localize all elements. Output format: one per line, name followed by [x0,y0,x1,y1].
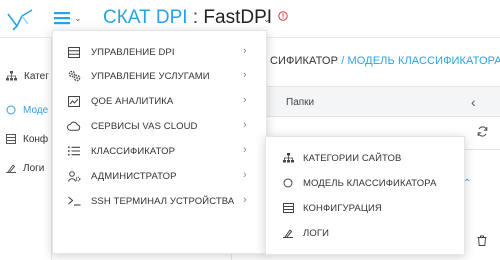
menu-item-label: УПРАВЛЕНИЕ DPI [91,47,175,58]
server-icon [282,202,294,214]
menu-item-label: УПРАВЛЕНИЕ УСЛУГАМИ [91,71,210,82]
breadcrumb-current: МОДЕЛЬ КЛАССИФИКАТОРА [347,55,500,67]
menu-item-label: АДМИНИСТРАТОР [91,171,177,182]
chevron-right-icon: › [243,69,247,81]
main-menu-button[interactable]: ⌄ [54,7,94,29]
sidebar-item-config[interactable]: Конф [6,129,48,149]
trash-icon[interactable] [477,235,487,246]
device-name[interactable]: FastDPI [203,7,272,28]
menu-item-classifier[interactable]: КЛАССИФИКАТОР › [53,139,268,163]
breadcrumb-parent[interactable]: СИФИКАТОР [270,55,338,67]
menu-item-label: КЛАССИФИКАТОР [91,146,176,157]
submenu-item-label: ЛОГИ [303,228,329,239]
sitemap-icon [6,71,17,81]
server-icon [67,45,81,59]
chevron-down-icon: ⌄ [74,12,82,23]
sidebar-item-model[interactable]: Моде [6,100,48,120]
sidebar-item-label: Конф [23,133,49,145]
title-separator: : [192,7,199,28]
submenu-item-classifier-model[interactable]: МОДЕЛЬ КЛАССИФИКАТОРА [266,171,466,195]
submenu-item-site-categories[interactable]: КАТЕГОРИИ САЙТОВ [266,146,466,170]
menu-item-services-management[interactable]: УПРАВЛЕНИЕ УСЛУГАМИ › [53,64,268,88]
menu-item-administrator[interactable]: АДМИНИСТРАТОР › [53,164,268,188]
menu-item-dpi-management[interactable]: УПРАВЛЕНИЕ DPI › [53,40,268,64]
server-icon [6,134,16,144]
chevron-right-icon: › [243,169,247,181]
user-gear-icon [67,169,81,183]
logs-icon [282,227,294,239]
folders-title: Папки [286,97,315,108]
sidebar-item-label: Моде [23,104,49,116]
sidebar-item-label: Катег [24,70,49,82]
sidebar-item-label: Логи [23,162,45,174]
refresh-icon[interactable] [477,126,488,137]
alert-icon[interactable] [278,11,288,21]
chart-icon [67,94,81,108]
list-icon [67,144,81,158]
hamburger-icon [54,12,70,25]
submenu-item-logs[interactable]: ЛОГИ [266,221,466,245]
brand-name: СКАТ DPI [103,7,188,28]
menu-item-ssh-terminal[interactable]: SSH ТЕРМИНАЛ УСТРОЙСТВА › [53,189,268,213]
cloud-icon [67,119,81,133]
collapse-panel-button[interactable]: ‹ [471,95,476,109]
app-title: СКАТ DPI : FastDPI [103,6,272,30]
classifier-submenu: КАТЕГОРИИ САЙТОВ МОДЕЛЬ КЛАССИФИКАТОРА К… [265,136,465,255]
chevron-right-icon: › [243,45,247,57]
chevron-right-icon: › [243,94,247,106]
chevron-right-icon: › [243,119,247,131]
circle-icon [282,177,294,189]
logs-icon [6,164,16,173]
submenu-item-label: КОНФИГУРАЦИЯ [303,203,382,214]
chevron-right-icon: › [243,194,247,206]
device-chevron-icon[interactable]: ⌄ [263,14,271,25]
submenu-item-configuration[interactable]: КОНФИГУРАЦИЯ [266,196,466,220]
main-menu-dropdown: УПРАВЛЕНИЕ DPI › УПРАВЛЕНИЕ УСЛУГАМИ › Q… [52,30,267,254]
menu-item-vas-cloud[interactable]: СЕРВИСЫ VAS CLOUD › [53,114,268,138]
gears-icon [67,69,81,83]
logo[interactable] [6,4,36,32]
menu-item-label: SSH ТЕРМИНАЛ УСТРОЙСТВА [91,196,235,207]
sitemap-icon [282,152,294,164]
breadcrumb-separator: / [341,55,345,67]
folders-header: Папки ‹ [232,87,500,117]
terminal-icon [67,194,81,208]
menu-item-label: QOE АНАЛИТИКА [91,96,174,107]
circle-icon [6,105,16,115]
sidebar-item-categories[interactable]: Катег [6,66,49,86]
submenu-item-label: КАТЕГОРИИ САЙТОВ [303,153,402,164]
sidebar-item-logs[interactable]: Логи [6,158,44,178]
breadcrumb: СИФИКАТОР / МОДЕЛЬ КЛАССИФИКАТОРА [270,55,500,67]
menu-item-label: СЕРВИСЫ VAS CLOUD [91,121,198,132]
logo-icon [7,9,33,31]
menu-item-qoe-analytics[interactable]: QOE АНАЛИТИКА › [53,89,268,113]
chevron-right-icon: › [243,144,247,156]
sidebar: Катег Моде Конф Логи [0,38,52,260]
submenu-item-label: МОДЕЛЬ КЛАССИФИКАТОРА [303,178,437,189]
